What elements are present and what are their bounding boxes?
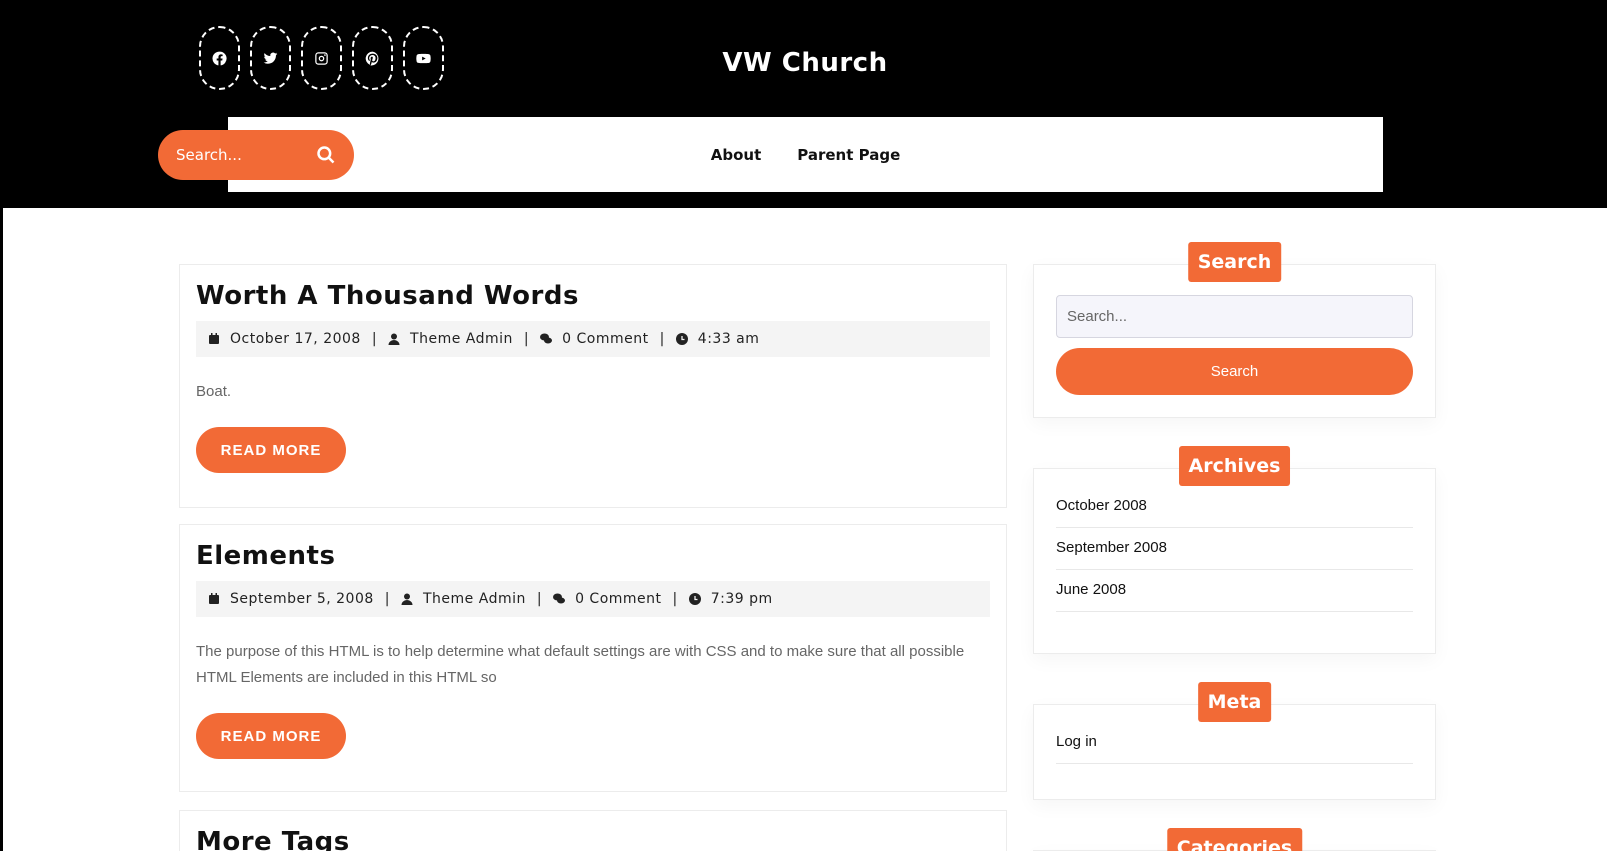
archive-link[interactable]: September 2008	[1056, 528, 1413, 570]
post-card: Worth A Thousand Words October 17, 2008 …	[179, 264, 1007, 508]
clock-icon	[675, 333, 688, 345]
clock-icon	[688, 593, 701, 605]
sidebar-search-button[interactable]: Search	[1056, 348, 1413, 395]
post-card: Elements September 5, 2008 | Theme Admin…	[179, 524, 1007, 792]
pinterest-link[interactable]	[352, 26, 393, 90]
instagram-icon	[315, 51, 328, 65]
meta-separator: |	[384, 591, 390, 607]
calendar-icon	[209, 333, 219, 344]
post-card: More Tags	[179, 810, 1007, 851]
post-time: 7:39 pm	[710, 591, 773, 607]
pinterest-icon	[365, 51, 379, 65]
calendar-icon	[209, 593, 219, 604]
social-links	[199, 26, 444, 90]
meta-widget: Meta Log in	[1033, 682, 1436, 800]
archive-link[interactable]: October 2008	[1056, 497, 1413, 528]
facebook-icon	[212, 51, 227, 65]
youtube-icon	[416, 53, 431, 63]
post-comments[interactable]: 0 Comment	[575, 591, 661, 607]
meta-list: Log in	[1056, 733, 1413, 764]
archives-widget: Archives October 2008 September 2008 Jun…	[1033, 446, 1436, 654]
post-date[interactable]: September 5, 2008	[230, 591, 374, 607]
comments-icon	[553, 593, 566, 604]
twitter-icon	[263, 52, 278, 64]
post-title[interactable]: Elements	[196, 541, 990, 571]
nav-link-about[interactable]: About	[711, 146, 762, 164]
meta-separator: |	[523, 331, 530, 347]
widget-title: Meta	[1197, 682, 1272, 722]
post-comments[interactable]: 0 Comment	[562, 331, 648, 347]
archives-list: October 2008 September 2008 June 2008	[1056, 497, 1413, 612]
nav-link-parent-page[interactable]: Parent Page	[797, 146, 900, 164]
site-header: VW Church About Parent Page	[0, 0, 1607, 208]
post-meta: October 17, 2008 | Theme Admin | 0 Comme…	[196, 321, 990, 357]
meta-separator: |	[672, 591, 678, 607]
post-author[interactable]: Theme Admin	[410, 331, 513, 347]
meta-separator: |	[371, 331, 378, 347]
sidebar-search-input[interactable]	[1056, 295, 1413, 338]
user-icon	[401, 593, 413, 605]
twitter-link[interactable]	[250, 26, 291, 90]
login-link[interactable]: Log in	[1056, 733, 1413, 764]
post-author[interactable]: Theme Admin	[423, 591, 526, 607]
widget-title: Archives	[1178, 446, 1291, 486]
main-nav: About Parent Page	[228, 117, 1383, 192]
post-time: 4:33 am	[697, 331, 760, 347]
meta-separator: |	[659, 331, 665, 347]
search-icon[interactable]	[316, 145, 336, 165]
instagram-link[interactable]	[301, 26, 342, 90]
post-excerpt: Boat.	[196, 383, 232, 400]
facebook-link[interactable]	[199, 26, 240, 90]
meta-separator: |	[536, 591, 543, 607]
archive-link[interactable]: June 2008	[1056, 570, 1413, 612]
widget-title: Search	[1187, 242, 1282, 282]
post-meta: September 5, 2008 | Theme Admin | 0 Comm…	[196, 581, 990, 617]
read-more-button[interactable]: READ MORE	[196, 427, 346, 473]
search-widget: Search Search	[1033, 242, 1436, 418]
post-title[interactable]: Worth A Thousand Words	[196, 281, 990, 311]
post-excerpt: The purpose of this HTML is to help dete…	[196, 643, 965, 686]
post-date[interactable]: October 17, 2008	[230, 331, 361, 347]
user-icon	[388, 333, 400, 345]
header-search-input[interactable]	[176, 146, 316, 164]
youtube-link[interactable]	[403, 26, 444, 90]
site-title[interactable]: VW Church	[700, 48, 910, 78]
comments-icon	[540, 333, 553, 344]
header-search	[158, 130, 354, 180]
read-more-button[interactable]: READ MORE	[196, 713, 346, 759]
widget-title: Categories	[1166, 828, 1303, 851]
post-title[interactable]: More Tags	[196, 827, 990, 851]
